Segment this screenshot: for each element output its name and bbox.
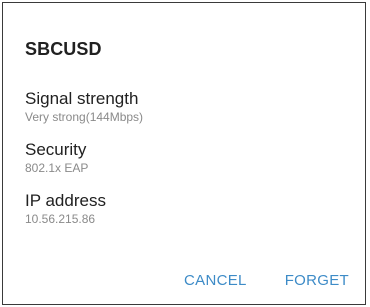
wifi-network-dialog: SBCUSD Signal strength Very strong(144Mb…	[2, 2, 366, 305]
cancel-button[interactable]: CANCEL	[184, 272, 247, 289]
network-name-title: SBCUSD	[25, 39, 102, 59]
security-field: Security 802.1x EAP	[25, 140, 88, 176]
signal-strength-field: Signal strength Very strong(144Mbps)	[25, 89, 143, 125]
signal-strength-label: Signal strength	[25, 89, 139, 108]
dialog-actions: CANCEL FORGET	[184, 272, 349, 289]
ip-address-field: IP address 10.56.215.86	[25, 191, 106, 227]
ip-address-label: IP address	[25, 191, 106, 210]
signal-strength-value: Very strong(144Mbps)	[25, 110, 144, 124]
forget-button[interactable]: FORGET	[285, 272, 349, 289]
ip-address-value: 10.56.215.86	[25, 212, 96, 226]
security-value: 802.1x EAP	[25, 161, 89, 175]
security-label: Security	[25, 140, 87, 159]
